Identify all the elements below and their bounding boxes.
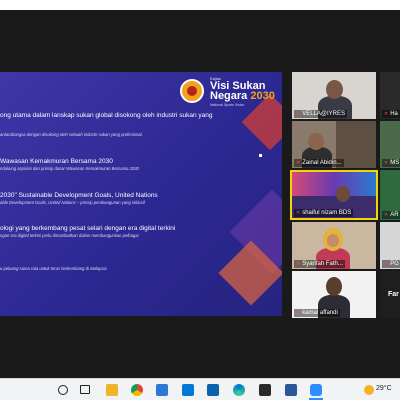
participant-video bbox=[326, 277, 342, 296]
file-explorer-icon[interactable] bbox=[106, 384, 118, 396]
muted-mic-icon: ✕ bbox=[296, 261, 301, 267]
participant-video bbox=[326, 80, 343, 99]
participant-name: ✕ AR bbox=[382, 211, 400, 219]
slide-bullet: u peluang sama rata untuk terus berkemba… bbox=[0, 266, 276, 272]
windows-taskbar: 29°C bbox=[0, 378, 400, 400]
participant-tile[interactable]: ✕ PG bbox=[380, 222, 400, 269]
active-speaker-tile[interactable]: ✕ shaiful nizam BDS bbox=[290, 170, 378, 220]
participant-name: ✕ Ha bbox=[382, 110, 400, 118]
participant-tile[interactable]: ✕ Syarifah Fath... bbox=[292, 222, 376, 269]
participant-name: ✕ MS bbox=[382, 159, 400, 167]
window-top-bar bbox=[0, 0, 400, 10]
muted-mic-icon: ✕ bbox=[296, 310, 301, 316]
participant-video bbox=[336, 186, 350, 202]
bullet-detail: able Development Goals, United Nations –… bbox=[0, 200, 145, 205]
logo-title-line2: Negara 2030 bbox=[210, 90, 275, 102]
bullet-detail: ndukung aspirasi dan prinsip dasar Wawas… bbox=[0, 166, 139, 171]
muted-mic-icon: ✕ bbox=[296, 111, 301, 117]
store-icon[interactable] bbox=[182, 384, 194, 396]
participant-video bbox=[292, 172, 376, 196]
participant-tile[interactable]: ✕ kamal affandi bbox=[292, 271, 376, 318]
weather-temperature[interactable]: 29°C bbox=[376, 385, 392, 392]
slide-bullet: Wawasan Kemakmuran Bersama 2030 ndukung … bbox=[0, 158, 276, 172]
bullet-detail: antarabangsa dengan disokong oleh sebuah… bbox=[0, 132, 143, 137]
meeting-window: Kajian Visi Sukan Negara 2030 National S… bbox=[0, 0, 400, 378]
visi-sukan-logo: Kajian Visi Sukan Negara 2030 National S… bbox=[180, 76, 278, 108]
slide-bullet: ong utama dalam lanskap sukan global dis… bbox=[0, 112, 276, 138]
participant-tile[interactable]: ✕ Zainal Abidin... bbox=[292, 121, 376, 168]
chrome-icon[interactable] bbox=[131, 384, 143, 396]
muted-mic-icon: ✕ bbox=[384, 212, 389, 218]
participant-tile[interactable]: Far bbox=[380, 271, 400, 318]
slide-bullet: ologi yang berkembang pesat selari denga… bbox=[0, 225, 276, 239]
participant-name: ✕ VELLA@IYRES bbox=[294, 110, 347, 118]
weather-icon[interactable] bbox=[364, 385, 374, 395]
participant-name: ✕ Syarifah Fath... bbox=[294, 260, 345, 268]
participant-name: ✕ kamal affandi bbox=[294, 309, 340, 317]
muted-mic-icon: ✕ bbox=[296, 210, 301, 216]
media-icon[interactable] bbox=[259, 384, 271, 396]
zoom-icon[interactable] bbox=[310, 384, 322, 396]
shared-presentation-slide: Kajian Visi Sukan Negara 2030 National S… bbox=[0, 72, 282, 316]
participant-name: ✕ Zainal Abidin... bbox=[294, 159, 344, 167]
participant-name: ✕ PG bbox=[382, 260, 400, 268]
muted-mic-icon: ✕ bbox=[384, 261, 389, 267]
bullet-heading: Wawasan Kemakmuran Bersama 2030 bbox=[0, 158, 113, 165]
bullet-detail: u peluang sama rata untuk terus berkemba… bbox=[0, 266, 107, 271]
participant-tile[interactable]: ✕ MS bbox=[380, 121, 400, 168]
mouse-cursor bbox=[259, 154, 262, 157]
participant-tile[interactable]: ✕ VELLA@IYRES bbox=[292, 72, 376, 119]
edge-icon[interactable] bbox=[233, 384, 245, 396]
muted-mic-icon: ✕ bbox=[384, 111, 389, 117]
search-icon[interactable] bbox=[58, 385, 68, 395]
participant-tile[interactable]: ✕ Ha bbox=[380, 72, 400, 119]
participant-name: Far bbox=[388, 291, 399, 298]
bullet-detail: ngan era digital terkini perlu dimanfaat… bbox=[0, 233, 139, 238]
participant-tile[interactable]: ✕ AR bbox=[380, 170, 400, 220]
word-icon[interactable] bbox=[285, 384, 297, 396]
participant-video bbox=[327, 234, 339, 247]
muted-mic-icon: ✕ bbox=[384, 160, 389, 166]
mail-icon[interactable] bbox=[156, 384, 168, 396]
bullet-heading: ong utama dalam lanskap sukan global dis… bbox=[0, 112, 213, 119]
logo-subtitle: National Sports Vision bbox=[210, 103, 245, 107]
muted-mic-icon: ✕ bbox=[296, 160, 301, 166]
slide-bullet: 2030" Sustainable Development Goals, Uni… bbox=[0, 192, 276, 206]
participant-video bbox=[308, 133, 324, 150]
participant-name: ✕ shaiful nizam BDS bbox=[294, 209, 354, 217]
bullet-heading: ologi yang berkembang pesat selari denga… bbox=[0, 225, 176, 232]
task-view-icon[interactable] bbox=[80, 385, 90, 394]
bullet-heading: 2030" Sustainable Development Goals, Uni… bbox=[0, 192, 158, 199]
kbs-emblem-icon bbox=[180, 79, 204, 103]
outlook-icon[interactable] bbox=[207, 384, 219, 396]
